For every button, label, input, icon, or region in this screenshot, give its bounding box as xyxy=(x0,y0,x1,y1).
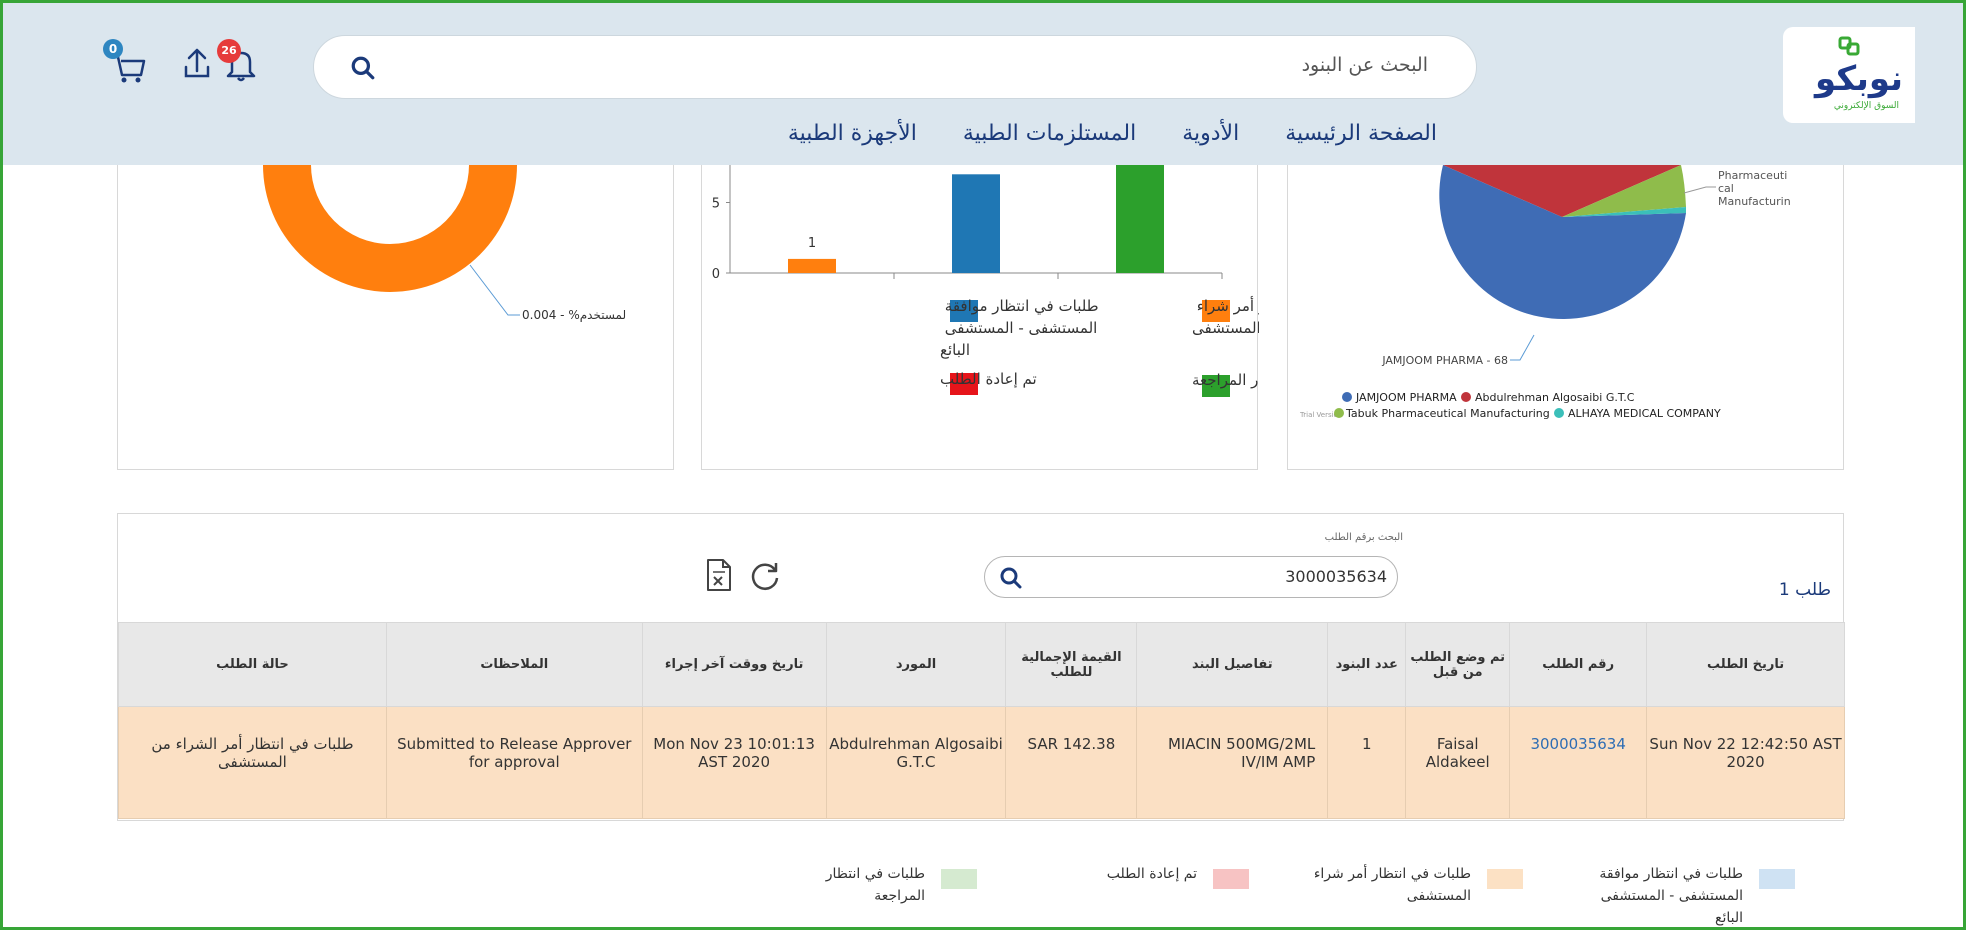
bar-chart: 05 1 طلبات في انتظار أمر شراء المستشفى ط… xyxy=(712,160,1365,397)
status-legend-label: تم إعادة الطلب xyxy=(1106,866,1197,882)
status-legend-item: طلبات في انتظار أمر شراء المستشفى xyxy=(1303,863,1523,923)
pie-callout-tabuk xyxy=(1683,186,1716,194)
donut-ring xyxy=(263,165,517,292)
export-excel-icon[interactable] xyxy=(704,558,734,592)
y-tick-label: 5 xyxy=(712,197,720,212)
donut-label-leader xyxy=(469,264,520,316)
top-header: نوبكو السوق الإلكتروني البحث عن البنود 0 xyxy=(3,3,1963,165)
status-legend-swatch xyxy=(1213,869,1249,889)
logo[interactable]: نوبكو السوق الإلكتروني xyxy=(1783,27,1915,123)
nav-item-medical-supplies[interactable]: المستلزمات الطبية xyxy=(963,121,1136,146)
donut-chart-card: 0.004 - %لمستخدم xyxy=(117,165,674,470)
status-legend-item: تم إعادة الطلب xyxy=(1029,863,1249,923)
order-number-link[interactable]: 3000035634 xyxy=(1509,706,1648,819)
status-legend-label: طلبات في انتظار المراجعة xyxy=(825,866,925,904)
search-icon[interactable] xyxy=(999,566,1023,590)
bar-1[interactable] xyxy=(788,258,836,273)
legend-dot-jamjoom xyxy=(1342,392,1352,402)
notifications-count-badge: 26 xyxy=(217,39,241,63)
header-actions: 0 26 xyxy=(99,39,269,89)
legend-alhaya: ALHAYA MEDICAL COMPANY xyxy=(1568,407,1721,420)
col-supplier[interactable]: المورد xyxy=(825,622,1007,707)
pie-chart: Pharmaceuti cal Manufacturin JAMJOOM PHA… xyxy=(1299,165,1791,420)
refresh-icon[interactable] xyxy=(748,560,782,592)
upload-icon[interactable] xyxy=(181,45,213,81)
bar-3[interactable] xyxy=(1116,160,1164,273)
search-bar[interactable]: البحث عن البنود xyxy=(313,35,1477,99)
status-legend-swatch xyxy=(1487,869,1523,889)
nav-item-home[interactable]: الصفحة الرئيسية xyxy=(1285,121,1437,146)
nav-item-medical-devices[interactable]: الأجهزة الطبية xyxy=(788,121,917,146)
col-order-number[interactable]: رقم الطلب xyxy=(1509,622,1648,707)
status-legend-label: طلبات في انتظار أمر شراء المستشفى xyxy=(1313,866,1471,904)
orders-section: طلب 1 البحث برقم الطلب 3000035634 تاريخ … xyxy=(117,513,1845,821)
logo-text: نوبكو xyxy=(1815,59,1903,99)
pie-chart-card: Pharmaceuti cal Manufacturin JAMJOOM PHA… xyxy=(1287,165,1844,470)
search-placeholder[interactable]: البحث عن البنود xyxy=(1302,54,1428,76)
search-icon[interactable] xyxy=(350,55,376,81)
cell-order-date: Sun Nov 22 12:42:50 AST 2020 xyxy=(1646,706,1845,819)
legend-label-returned: تم إعادة الطلب xyxy=(940,370,1037,388)
orders-table: تاريخ الطلب رقم الطلب تم وضع الطلب من قب… xyxy=(118,622,1845,819)
cell-placed-by: Faisal Aldakeel xyxy=(1405,706,1511,819)
cell-total: SAR 142.38 xyxy=(1005,706,1138,819)
order-search-input[interactable] xyxy=(1087,567,1387,586)
legend-abdulrehman: Abdulrehman Algosaibi G.T.C xyxy=(1475,391,1635,404)
y-tick-label: 0 xyxy=(712,267,720,282)
pie-callout-jamjoom xyxy=(1510,334,1535,361)
col-item-details[interactable]: تفاصيل البند xyxy=(1136,622,1329,707)
bar-series xyxy=(788,160,1164,273)
app-frame: نوبكو السوق الإلكتروني البحث عن البنود 0 xyxy=(0,0,1966,930)
order-search-field[interactable] xyxy=(984,556,1398,598)
col-placed-by[interactable]: تم وضع الطلب من قبل xyxy=(1405,622,1511,707)
cell-supplier: Abdulrehman Algosaibi G.T.C xyxy=(825,706,1007,819)
donut-chart: 0.004 - %لمستخدم xyxy=(263,165,626,322)
status-legend-swatch xyxy=(941,869,977,889)
legend-label-review-pending: طلبات في انتظار المراجعة xyxy=(1192,371,1259,390)
legend-label-approval-pending: طلبات في انتظار موافقة المستشفى - المستش… xyxy=(940,297,1099,359)
col-notes[interactable]: الملاحظات xyxy=(385,622,643,707)
col-total[interactable]: القيمة الإجمالية للطلب xyxy=(1005,622,1138,707)
legend-tabuk: Tabuk Pharmaceutical Manufacturing xyxy=(1345,407,1550,420)
col-order-date[interactable]: تاريخ الطلب xyxy=(1646,622,1845,707)
main-nav: الصفحة الرئيسية الأدوية المستلزمات الطبي… xyxy=(788,121,1437,146)
cell-notes: Submitted to Release Approver for approv… xyxy=(385,706,643,819)
status-legend-swatch xyxy=(1759,869,1795,889)
order-count: طلب 1 xyxy=(1778,580,1831,600)
bar-chart-card: 05 1 طلبات في انتظار أمر شراء المستشفى ط… xyxy=(701,160,1365,470)
donut-label: 0.004 - %لمستخدم xyxy=(522,308,626,322)
logo-mark-icon xyxy=(1838,36,1860,56)
legend-dot-tabuk xyxy=(1334,408,1344,418)
order-search-label: البحث برقم الطلب xyxy=(1324,532,1403,543)
col-items-count[interactable]: عدد البنود xyxy=(1327,622,1407,707)
status-legend-item: طلبات في انتظار المراجعة xyxy=(757,863,977,923)
legend-dot-alhaya xyxy=(1554,408,1564,418)
legend-dot-abdulrehman xyxy=(1461,392,1471,402)
bar-data-label: 1 xyxy=(808,236,816,251)
col-status[interactable]: حالة الطلب xyxy=(118,622,387,707)
table-header-row: تاريخ الطلب رقم الطلب تم وضع الطلب من قب… xyxy=(118,622,1845,707)
cell-status: طلبات في انتظار أمر الشراء من المستشفى xyxy=(118,706,387,819)
cell-item-details: MIACIN 500MG/2ML IV/IM AMP xyxy=(1136,706,1329,819)
col-last-action[interactable]: تاريخ ووقت آخر إجراء xyxy=(641,622,827,707)
cell-items-count: 1 xyxy=(1327,706,1407,819)
nav-item-medicines[interactable]: الأدوية xyxy=(1182,121,1239,146)
logo-subtitle: السوق الإلكتروني xyxy=(1833,101,1899,111)
table-row[interactable]: Sun Nov 22 12:42:50 AST 2020 3000035634 … xyxy=(118,706,1845,819)
pie-callout-jamjoom-label: JAMJOOM PHARMA - 68 xyxy=(1381,354,1508,367)
cell-last-action: Mon Nov 23 10:01:13 AST 2020 xyxy=(641,706,827,819)
status-legend-item: طلبات في انتظار موافقة المستشفى - المستش… xyxy=(1575,863,1795,926)
data-labels: 1 xyxy=(808,236,816,251)
pie-callout-tabuk-label: Pharmaceuti cal Manufacturin xyxy=(1718,169,1791,208)
y-ticks: 05 xyxy=(712,197,730,282)
bar-2[interactable] xyxy=(952,174,1000,273)
legend-jamjoom: JAMJOOM PHARMA xyxy=(1355,391,1457,404)
status-legend-label: طلبات في انتظار موافقة المستشفى - المستش… xyxy=(1599,866,1743,926)
cart-count-badge: 0 xyxy=(103,39,123,59)
